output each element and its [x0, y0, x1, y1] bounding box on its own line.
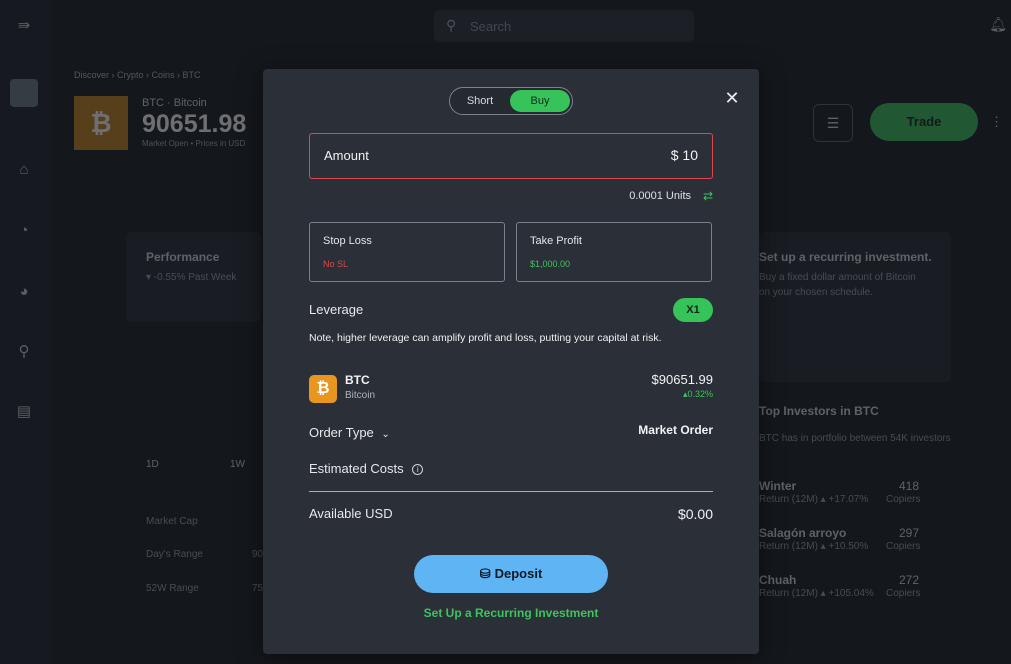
trade-button[interactable]: Trade	[870, 103, 978, 141]
search-icon: ⚲	[446, 17, 457, 33]
recurring-card: Set up a recurring investment. Buy a fix…	[759, 232, 951, 382]
amount-label: Amount	[324, 148, 369, 163]
bitcoin-icon: ₿	[309, 375, 337, 403]
stat-label: Market Cap	[146, 516, 198, 527]
take-profit-value: $1,000.00	[530, 259, 571, 269]
order-type-label: Order Type	[309, 425, 374, 440]
search-icon[interactable]: ⚲	[14, 342, 34, 362]
watchlist-button[interactable]: ☰	[813, 104, 853, 142]
news-icon[interactable]: ▤	[14, 402, 34, 422]
stop-loss-value: No SL	[323, 259, 349, 269]
estimated-costs-label: Estimated Costs	[309, 461, 404, 476]
info-icon[interactable]: i	[412, 464, 424, 476]
recurring-text: Buy a fixed dollar amount of Bitcoin	[759, 272, 916, 283]
investor-copiers-label: Copiers	[886, 541, 921, 552]
recurring-title: Set up a recurring investment.	[759, 250, 932, 264]
top-bar: ⚲ Search 🔔︎	[52, 0, 1011, 52]
short-buy-toggle[interactable]: Short Buy	[449, 87, 573, 115]
leverage-button[interactable]: X1	[673, 298, 713, 322]
units-value: 0.0001 Units	[629, 190, 691, 202]
investor-name[interactable]: Winter	[759, 479, 796, 493]
recurring-investment-link[interactable]: Set Up a Recurring Investment	[263, 606, 759, 620]
more-options-icon[interactable]: ⋮	[990, 114, 1003, 130]
take-profit-label: Take Profit	[530, 235, 582, 247]
investor-copiers: 272	[899, 573, 920, 587]
short-option[interactable]: Short	[450, 88, 510, 114]
investor-name[interactable]: Salagón arroyo	[759, 526, 846, 540]
available-value: $0.00	[677, 506, 713, 522]
performance-card: Performance ▾ -0.55% Past Week	[126, 232, 261, 322]
home-icon[interactable]: ⌂	[14, 160, 34, 180]
order-type-dropdown[interactable]: Order Type ⌄	[309, 425, 390, 440]
investor-name[interactable]: Chuah	[759, 573, 796, 587]
investor-copiers: 297	[899, 526, 920, 540]
buy-option[interactable]: Buy	[510, 90, 570, 112]
coin-change: ▴0.32%	[682, 389, 713, 399]
range-tab-1w[interactable]: 1W	[230, 459, 245, 470]
performance-title: Performance	[146, 250, 220, 264]
stat-value: 90	[252, 549, 264, 560]
leverage-note: Note, higher leverage can amplify profit…	[309, 332, 662, 344]
trade-modal: Short Buy ✕ Amount $ 10 0.0001 Units ⇄ S…	[263, 69, 759, 654]
investor-return: Return (12M) ▴ +105.04%	[759, 588, 874, 599]
stat-value: 75	[252, 583, 264, 594]
recurring-text: on your chosen schedule.	[759, 287, 873, 298]
market-status: Market Open • Prices in USD	[142, 139, 246, 148]
deposit-icon: ⛁	[479, 566, 491, 581]
amount-field[interactable]: Amount $ 10	[309, 133, 713, 179]
bell-icon[interactable]: 🔔︎	[989, 16, 1007, 33]
investors-sub: BTC has in portfolio between 54K investo…	[759, 433, 951, 444]
take-profit-field[interactable]: Take Profit $1,000.00	[516, 222, 712, 282]
search-placeholder: Search	[470, 19, 512, 34]
search-input[interactable]: ⚲ Search	[434, 10, 694, 42]
amount-value[interactable]: $ 10	[671, 147, 698, 163]
avatar[interactable]	[10, 79, 38, 107]
bitcoin-icon: ₿	[74, 96, 128, 150]
swap-icon[interactable]: ⇄	[703, 189, 713, 203]
investor-return: Return (12M) ▴ +10.50%	[759, 541, 869, 552]
sidebar: ⇛ ⌂ ◔ ◕ ⚲ ▤	[0, 0, 52, 664]
coin-name: Bitcoin	[345, 390, 376, 401]
investor-copiers: 418	[899, 479, 920, 493]
estimated-costs: Estimated Costs i	[309, 461, 424, 476]
instrument-price: 90651.98	[142, 110, 247, 138]
divider	[309, 491, 713, 492]
coin-symbol: BTC	[345, 373, 370, 387]
available-label: Available USD	[309, 506, 393, 521]
chevron-down-icon: ⌄	[381, 429, 390, 440]
investors-title: Top Investors in BTC	[759, 404, 879, 418]
investor-copiers-label: Copiers	[886, 494, 921, 505]
stop-loss-label: Stop Loss	[323, 235, 372, 247]
deposit-label: Deposit	[494, 566, 543, 581]
investor-return: Return (12M) ▴ +17.07%	[759, 494, 869, 505]
pie-chart-icon[interactable]: ◕	[14, 282, 34, 302]
instrument-name: BTC · Bitcoin	[142, 97, 207, 109]
menu-icon[interactable]: ⇛	[14, 16, 34, 36]
order-type-value: Market Order	[638, 423, 713, 437]
close-icon[interactable]: ✕	[723, 89, 741, 107]
stat-label: 52W Range	[146, 583, 199, 594]
coin-price: $90651.99	[651, 372, 713, 387]
deposit-button[interactable]: ⛁ Deposit	[414, 555, 608, 593]
leverage-label: Leverage	[309, 302, 364, 317]
breadcrumb: Discover › Crypto › Coins › BTC	[74, 70, 201, 80]
stop-loss-field[interactable]: Stop Loss No SL	[309, 222, 505, 282]
investor-copiers-label: Copiers	[886, 588, 921, 599]
performance-sub: ▾ -0.55% Past Week	[146, 272, 237, 283]
portfolio-icon[interactable]: ◔	[14, 221, 34, 241]
range-tab-1d[interactable]: 1D	[146, 459, 159, 470]
stat-label: Day's Range	[146, 549, 203, 560]
